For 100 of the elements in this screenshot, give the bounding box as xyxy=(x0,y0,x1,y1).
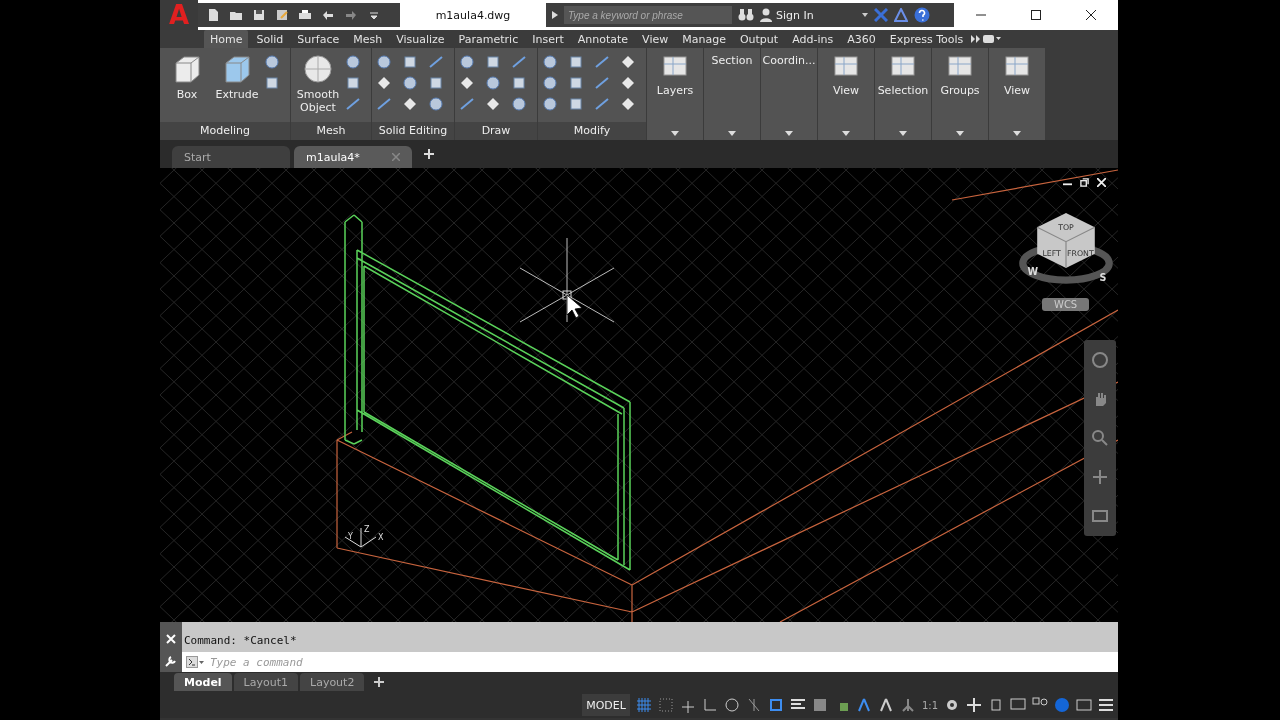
panel-title[interactable]: Modeling xyxy=(160,122,290,140)
ribbon-tab[interactable]: A360 xyxy=(841,30,882,48)
tool-icon[interactable] xyxy=(620,54,636,70)
triangle-icon[interactable] xyxy=(894,8,908,22)
wrench-icon[interactable] xyxy=(165,654,177,667)
restore-icon[interactable] xyxy=(1080,178,1089,187)
panel-toggle-icon[interactable] xyxy=(983,35,1002,43)
tool-icon[interactable] xyxy=(485,96,501,112)
ribbon-tab[interactable]: View xyxy=(636,30,675,48)
redo-icon[interactable] xyxy=(344,8,358,22)
collapsed-panel-button[interactable]: Coordin... xyxy=(761,48,817,140)
collapsed-panel-button[interactable]: Selection xyxy=(875,48,931,140)
tool-icon[interactable] xyxy=(620,96,636,112)
tool-icon[interactable] xyxy=(459,54,475,70)
tool-icon[interactable] xyxy=(568,75,584,91)
gear-icon[interactable] xyxy=(944,697,960,713)
tool-icon[interactable] xyxy=(620,75,636,91)
layout-tab[interactable]: Layout2 xyxy=(300,673,365,691)
tool-icon[interactable] xyxy=(428,96,444,112)
ribbon-tab[interactable]: Visualize xyxy=(390,30,451,48)
tool-icon[interactable] xyxy=(428,54,444,70)
tool-icon[interactable] xyxy=(511,54,527,70)
collapsed-panel-button[interactable]: Groups xyxy=(932,48,988,140)
ribbon-button[interactable]: Box xyxy=(164,52,210,118)
save-icon[interactable] xyxy=(252,8,266,22)
tool-icon[interactable] xyxy=(402,54,418,70)
ribbon-tab[interactable]: Surface xyxy=(291,30,346,48)
model-space-button[interactable]: MODEL xyxy=(582,694,630,716)
layout-tab[interactable]: Layout1 xyxy=(233,673,298,691)
tool-icon[interactable] xyxy=(345,54,361,70)
ribbon-tab[interactable]: Parametric xyxy=(452,30,525,48)
magnifier-icon[interactable] xyxy=(1091,428,1109,447)
prompt-icon[interactable] xyxy=(182,652,210,672)
ribbon-tab[interactable]: Mesh xyxy=(347,30,389,48)
tool-icon[interactable] xyxy=(511,96,527,112)
ribbon-button[interactable]: Extrude xyxy=(214,52,260,118)
ribbon-tab[interactable]: Express Tools xyxy=(883,30,970,48)
box-wireframe[interactable] xyxy=(336,169,1118,622)
ribbon-tab[interactable]: Insert xyxy=(526,30,570,48)
dropdown-caret-icon[interactable] xyxy=(862,13,868,17)
ribbon-tab[interactable]: Manage xyxy=(676,30,732,48)
save-as-icon[interactable] xyxy=(275,8,289,22)
binoculars-icon[interactable] xyxy=(738,8,754,22)
tool-icon[interactable] xyxy=(459,75,475,91)
ribbon-tab[interactable]: Solid xyxy=(250,30,290,48)
panel-title[interactable]: Modify xyxy=(538,122,646,140)
more-tabs-icon[interactable] xyxy=(971,35,982,43)
panel-title[interactable]: Solid Editing xyxy=(372,122,454,140)
tool-icon[interactable] xyxy=(345,96,361,112)
close-icon[interactable] xyxy=(1085,10,1096,20)
document-tab[interactable]: Start xyxy=(172,146,290,168)
tool-icon[interactable] xyxy=(542,54,558,70)
tool-icon[interactable] xyxy=(376,75,392,91)
ribbon-tab[interactable]: Output xyxy=(733,30,785,48)
tool-icon[interactable] xyxy=(376,54,392,70)
tool-icon[interactable] xyxy=(511,75,527,91)
ribbon-button[interactable]: Smooth Object xyxy=(295,52,341,118)
grid-icon[interactable] xyxy=(635,697,652,713)
command-input[interactable]: Type a command xyxy=(210,652,1118,672)
tool-icon[interactable] xyxy=(345,75,361,91)
print-icon[interactable] xyxy=(298,8,312,22)
menu-icon[interactable] xyxy=(1098,697,1114,713)
document-tab[interactable]: m1aula4* xyxy=(294,146,412,168)
ribbon-tab[interactable]: Add-ins xyxy=(786,30,840,48)
tool-icon[interactable] xyxy=(594,54,610,70)
tool-icon[interactable] xyxy=(402,96,418,112)
tool-icon[interactable] xyxy=(428,75,444,91)
collapsed-panel-button[interactable]: Layers xyxy=(647,48,703,140)
annotation-scale[interactable]: 1:1 xyxy=(921,699,938,711)
collapsed-panel-button[interactable]: View xyxy=(818,48,874,140)
expand-arrow-icon[interactable] xyxy=(552,11,558,19)
new-layout-icon[interactable] xyxy=(374,677,385,687)
tool-icon[interactable] xyxy=(542,96,558,112)
new-tab-icon[interactable] xyxy=(424,149,434,159)
tool-icon[interactable] xyxy=(485,54,501,70)
frame-wireframe[interactable] xyxy=(344,214,631,571)
help-icon[interactable] xyxy=(914,7,930,23)
ribbon-tab[interactable]: Annotate xyxy=(571,30,635,48)
ribbon-tab[interactable]: Home xyxy=(204,30,249,48)
panel-title[interactable]: Mesh xyxy=(291,122,371,140)
collapsed-panel-button[interactable]: View xyxy=(989,48,1045,140)
tool-icon[interactable] xyxy=(402,75,418,91)
sign-in-button[interactable]: Sign In xyxy=(760,8,856,22)
tool-icon[interactable] xyxy=(485,75,501,91)
tool-icon[interactable] xyxy=(542,75,558,91)
tool-icon[interactable] xyxy=(264,54,280,70)
layout-tab[interactable]: Model xyxy=(174,673,232,691)
tool-icon[interactable] xyxy=(264,75,280,91)
tool-icon[interactable] xyxy=(568,96,584,112)
tool-icon[interactable] xyxy=(594,75,610,91)
tool-icon[interactable] xyxy=(459,96,475,112)
panel-title[interactable]: Draw xyxy=(455,122,537,140)
maximize-icon[interactable] xyxy=(1031,10,1041,20)
plus-icon[interactable] xyxy=(966,697,982,713)
new-file-icon[interactable] xyxy=(206,8,220,22)
collapsed-panel-button[interactable]: Section xyxy=(704,48,760,140)
search-field[interactable]: Type a keyword or phrase xyxy=(564,6,732,24)
tool-icon[interactable] xyxy=(568,54,584,70)
tool-icon[interactable] xyxy=(376,96,392,112)
tool-icon[interactable] xyxy=(594,96,610,112)
